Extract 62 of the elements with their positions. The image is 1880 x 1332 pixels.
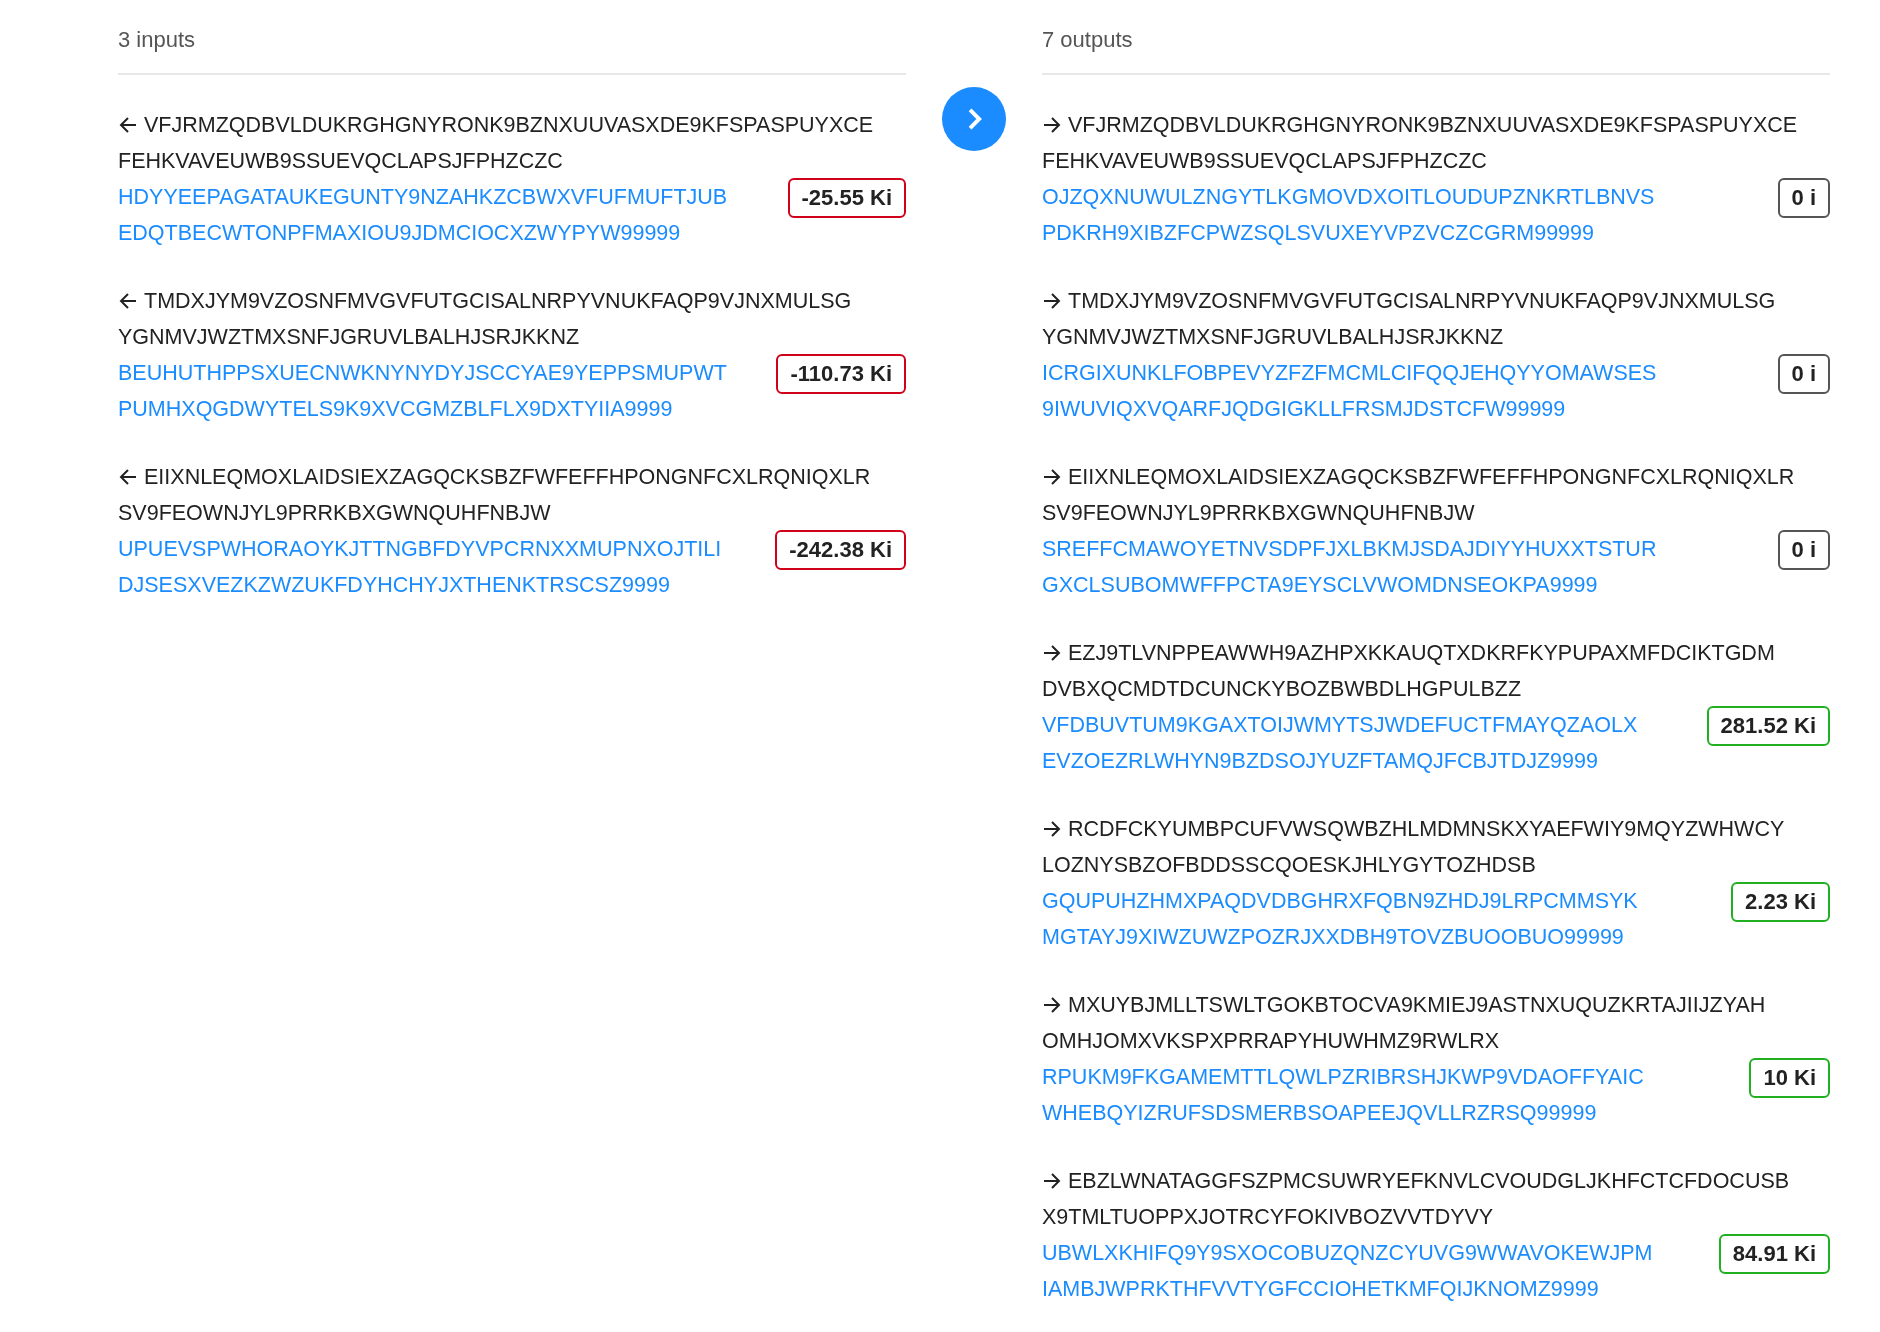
bundle-link[interactable]: EDQTBECWTONPFMAXIOU9JDMCIOCXZWYPYW99999	[118, 215, 681, 251]
value-badge: 281.52 Ki	[1706, 706, 1830, 746]
address-text: EBZLWNATAGGFSZPMCSUWRYEFKNVLCVOUDGLJKHFCTCFDOCUSB	[1068, 1168, 1790, 1194]
arrow-left-icon	[118, 115, 138, 135]
bundle-link[interactable]: PDKRH9XIBZFCPWZSQLSVUXEYVPZVCZCGRM99999	[1042, 215, 1594, 251]
arrow-right-icon	[1042, 643, 1062, 663]
bundle-link[interactable]: RPUKM9FKGAMEMTTLQWLPZRIBRSHJKWP9VDAOFFYAIC	[1042, 1059, 1644, 1095]
address-text: SV9FEOWNJYL9PRRKBXGWNQUHFNBJW	[1042, 500, 1475, 526]
bundle-link[interactable]: DJSESXVEZKZWZUKFDYHCHYJXTHENKTRSCSZ9999	[118, 567, 670, 603]
value-badge: 0 i	[1777, 178, 1830, 218]
bundle-link[interactable]: BEUHUTHPPSXUECNWKNYNYDYJSCCYAE9YEPPSMUPWT	[118, 355, 727, 391]
address-text: MXUYBJMLLTSWLTGOKBTOCVA9KMIEJ9ASTNXUQUZKRTAJIIJZYAH	[1068, 992, 1766, 1018]
bundle-link[interactable]: UPUEVSPWHORAOYKJTTNGBFDYVPCRNXXMUPNXOJTILI	[118, 531, 722, 567]
arrow-right-icon	[1042, 995, 1062, 1015]
bundle-link[interactable]: UBWLXKHIFQ9Y9SXOCOBUZQNZCYUVG9WWAVOKEWJPM	[1042, 1235, 1653, 1271]
address-text: RCDFCKYUMBPCUFVWSQWBZHLMDMNSKXYAEFWIY9MQYZWHWCY	[1068, 816, 1785, 842]
bundle-link[interactable]: SREFFCMAWOYETNVSDPFJXLBKMJSDAJDIYYHUXXTSTUR	[1042, 531, 1657, 567]
address-text: TMDXJYM9VZOSNFMVGVFUTGCISALNRPYVNUKFAQP9VJNXMULSG	[144, 288, 852, 314]
value-badge: 10 Ki	[1749, 1058, 1830, 1098]
bundle-link[interactable]: MGTAYJ9XIWZUWZPOZRJXXDBH9TOVZBUOOBUO99999	[1042, 919, 1624, 955]
bundle-link[interactable]: IAMBJWPRKTHFVVTYGFCCIOHETKMFQIJKNOMZ9999	[1042, 1271, 1599, 1307]
bundle-link[interactable]: GXCLSUBOMWFFPCTA9EYSCLVWOMDNSEOKPA9999	[1042, 567, 1598, 603]
arrow-left-icon	[118, 291, 138, 311]
arrow-right-icon	[1042, 291, 1062, 311]
address-text: YGNMVJWZTMXSNFJGRUVLBALHJSRJKKNZ	[118, 324, 580, 350]
value-badge: 84.91 Ki	[1718, 1234, 1830, 1274]
column-heading: 3 inputs	[118, 26, 197, 54]
arrow-right-icon	[1042, 819, 1062, 839]
bundle-link[interactable]: PUMHXQGDWYTELS9K9XVCGMZBLFLX9DXTYIIA9999	[118, 391, 673, 427]
arrow-right-icon	[1042, 115, 1062, 135]
arrow-right-icon	[1042, 1171, 1062, 1191]
address-text: SV9FEOWNJYL9PRRKBXGWNQUHFNBJW	[118, 500, 551, 526]
address-text: FEHKVAVEUWB9SSUEVQCLAPSJFPHZCZC	[1042, 148, 1487, 174]
address-text: YGNMVJWZTMXSNFJGRUVLBALHJSRJKKNZ	[1042, 324, 1504, 350]
address-text: EIIXNLEQMOXLAIDSIEXZAGQCKSBZFWFEFFHPONGNFCXLRQNIQXLR	[144, 464, 871, 490]
value-badge: 2.23 Ki	[1731, 882, 1830, 922]
bundle-link[interactable]: HDYYEEPAGATAUKEGUNTY9NZAHKZCBWXVFUFMUFTJUB	[118, 179, 728, 215]
bundle-link[interactable]: VFDBUVTUM9KGAXTOIJWMYTSJWDEFUCTFMAYQZAOLX	[1042, 707, 1638, 743]
value-badge: 0 i	[1777, 354, 1830, 394]
arrow-right-icon	[1042, 467, 1062, 487]
arrow-left-icon	[118, 467, 138, 487]
address-text: VFJRMZQDBVLDUKRGHGNYRONK9BZNXUUVASXDE9KFSPASPUYXCE	[1068, 112, 1798, 138]
address-text: LOZNYSBZOFBDDSSCQOESKJHLYGYTOZHDSB	[1042, 852, 1536, 878]
bundle-link[interactable]: 9IWUVIQXVQARFJQDGIGKLLFRSMJDSTCFW99999	[1042, 391, 1566, 427]
bundle-link[interactable]: OJZQXNUWULZNGYTLKGMOVDXOITLOUDUPZNKRTLBNVS	[1042, 179, 1655, 215]
address-text: DVBXQCMDTDCUNCKYBOZBWBDLHGPULBZZ	[1042, 676, 1521, 702]
value-badge: -242.38 Ki	[775, 530, 906, 570]
address-text: FEHKVAVEUWB9SSUEVQCLAPSJFPHZCZC	[118, 148, 563, 174]
bundle-link[interactable]: ICRGIXUNKLFOBPEVYZFZFMCMLCIFQQJEHQYYOMAWSES	[1042, 355, 1657, 391]
bundle-link[interactable]: GQUPUHZHMXPAQDVDBGHRXFQBN9ZHDJ9LRPCMMSYK	[1042, 883, 1638, 919]
address-text: X9TMLTUOPPXJOTRCYFOKIVBOZVVTDYVY	[1042, 1204, 1494, 1230]
value-badge: 0 i	[1777, 530, 1830, 570]
value-badge: -110.73 Ki	[776, 354, 906, 394]
address-text: OMHJOMXVKSPXPRRAPYHUWHMZ9RWLRX	[1042, 1028, 1500, 1054]
address-text: TMDXJYM9VZOSNFMVGVFUTGCISALNRPYVNUKFAQP9VJNXMULSG	[1068, 288, 1776, 314]
column-heading: 7 outputs	[1042, 26, 1134, 54]
address-text: EIIXNLEQMOXLAIDSIEXZAGQCKSBZFWFEFFHPONGNFCXLRQNIQXLR	[1068, 464, 1795, 490]
bundle-link[interactable]: EVZOEZRLWHYN9BZDSOJYUZFTAMQJFCBJTDJZ9999	[1042, 743, 1598, 779]
value-badge: -25.55 Ki	[787, 178, 906, 218]
address-text: EZJ9TLVNPPEAWWH9AZHPXKKAUQTXDKRFKYPUPAXMFDCIKTGDM	[1068, 640, 1775, 666]
bundle-link[interactable]: WHEBQYIZRUFSDSMERBSOAPEEJQVLLRZRSQ99999	[1042, 1095, 1597, 1131]
address-text: VFJRMZQDBVLDUKRGHGNYRONK9BZNXUUVASXDE9KFSPASPUYXCE	[144, 112, 874, 138]
